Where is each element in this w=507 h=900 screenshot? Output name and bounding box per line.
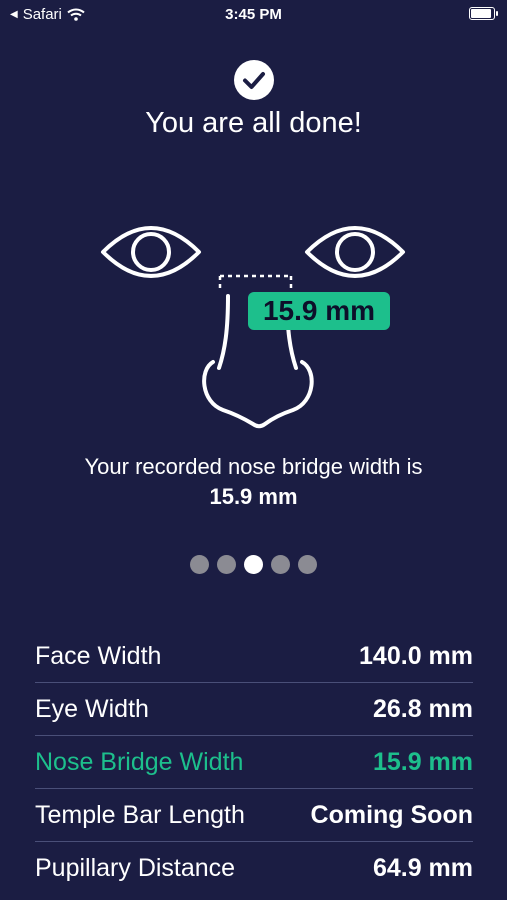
measurement-value: 64.9 mm <box>372 853 473 882</box>
measurement-value: 15.9 mm <box>372 747 473 776</box>
status-bar: ◀ Safari 3:45 PM <box>0 0 507 30</box>
page-dot-1[interactable] <box>190 555 209 574</box>
bridge-measure-marker <box>218 274 293 290</box>
battery-icon <box>469 7 498 20</box>
left-eye-icon <box>101 226 201 278</box>
right-eye-icon <box>305 226 405 278</box>
result-value: 15.9 mm <box>209 484 298 509</box>
page-dot-4[interactable] <box>271 555 290 574</box>
measurement-value: 140.0 mm <box>359 641 473 670</box>
measurement-label: Temple Bar Length <box>35 800 245 829</box>
page-title: You are all done! <box>145 107 362 139</box>
page-indicator[interactable] <box>0 555 507 574</box>
measurement-label: Pupillary Distance <box>35 853 236 882</box>
status-time: 3:45 PM <box>225 6 282 23</box>
measurement-value: Coming Soon <box>310 800 473 829</box>
measurement-row: Face Width 140.0 mm <box>35 630 473 683</box>
measurements-list: Face Width 140.0 mm Eye Width 26.8 mm Nose B… <box>35 630 473 894</box>
measurement-label: Eye Width <box>35 694 149 723</box>
measurement-row: Eye Width 26.8 mm <box>35 683 473 736</box>
measurement-label: Nose Bridge Width <box>35 747 244 776</box>
measurement-row: Pupillary Distance 64.9 mm <box>35 842 473 894</box>
page-dot-2[interactable] <box>217 555 236 574</box>
page-dot-5[interactable] <box>298 555 317 574</box>
measurement-label: Face Width <box>35 641 162 670</box>
measurement-row: Nose Bridge Width 15.9 mm <box>35 736 473 789</box>
measurement-row: Temple Bar Length Coming Soon <box>35 789 473 842</box>
result-text: Your recorded nose bridge width is <box>84 454 423 479</box>
page-dot-3[interactable] <box>244 555 263 574</box>
result-description: Your recorded nose bridge width is 15.9 … <box>0 452 507 512</box>
check-circle-icon <box>234 60 274 100</box>
nose-bridge-badge: 15.9 mm <box>248 292 390 330</box>
measurement-value: 26.8 mm <box>372 694 473 723</box>
